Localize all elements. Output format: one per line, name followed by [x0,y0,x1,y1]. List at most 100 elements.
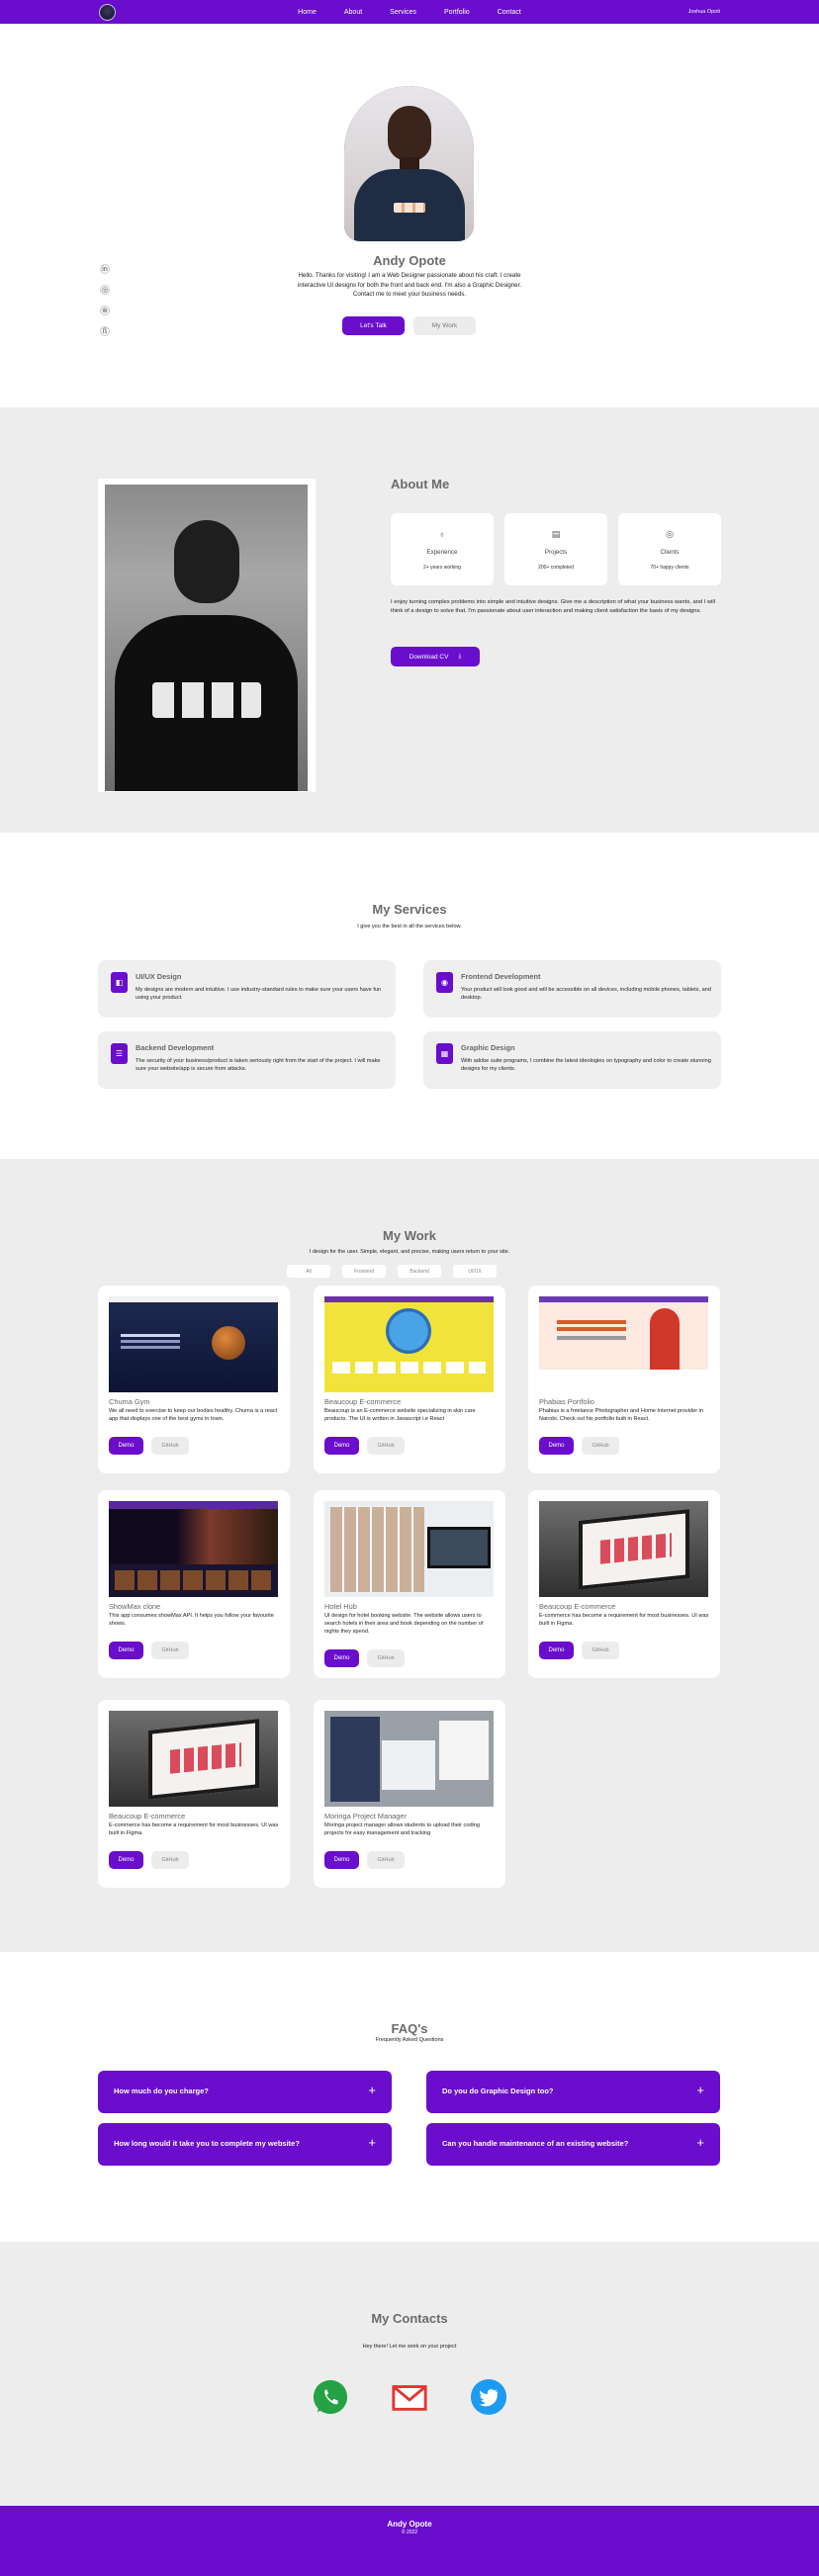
service-desc: With adobe suite programs, I combine the… [461,1058,711,1072]
project-title: ShowMax clone [109,1602,161,1611]
faq-item[interactable]: How much do you charge? + [98,2071,392,2113]
project-screenshot [324,1501,494,1597]
award-icon: ♁ [438,529,446,539]
lets-talk-button[interactable]: Let's Talk [342,316,405,335]
project-card: Chuma Gym We all need to exercise to kee… [98,1286,290,1473]
about-photo-frame [98,479,316,792]
footer: Andy Opote © 2022 [0,2506,819,2576]
twitter-icon[interactable] [470,2378,507,2416]
demo-button[interactable]: Demo [324,1851,359,1869]
hero-bio: Hello. Thanks for visiting! I am a Web D… [297,272,522,299]
nav-about[interactable]: About [344,9,362,16]
hero-section: Andy Opote Hello. Thanks for visiting! I… [0,24,819,407]
filter-uiux[interactable]: UI/UX [453,1265,497,1278]
service-title: Backend Development [136,1043,215,1052]
grid-icon: ▦ [436,1043,453,1064]
download-cv-label: Download CV [409,653,449,661]
behance-icon[interactable]: ß [100,326,110,336]
contacts-title: My Contacts [371,2311,448,2326]
nav-links: Home About Services Portfolio Contact [0,0,819,24]
service-desc: The security of your business/product is… [136,1058,381,1072]
demo-button[interactable]: Demo [324,1649,359,1667]
project-screenshot [324,1711,494,1807]
project-desc: Beaucoup is an E-commerce website specia… [324,1408,476,1423]
nav-home[interactable]: Home [298,9,317,16]
card-title: Experience [426,549,458,556]
faq-item[interactable]: Do you do Graphic Design too? + [426,2071,720,2113]
github-button[interactable]: GitHub [367,1437,405,1455]
services-title: My Services [372,902,447,917]
project-title: Chuma Gym [109,1397,150,1406]
project-screenshot [539,1501,708,1597]
github-icon[interactable]: ◎ [100,285,110,295]
project-desc: E-commerce has become a requirement for … [539,1613,709,1628]
project-desc: Phabias is a freelance Photographer and … [539,1408,704,1423]
faq-title: FAQ's [391,2021,428,2036]
github-button[interactable]: GitHub [367,1649,405,1667]
demo-button[interactable]: Demo [109,1851,143,1869]
project-desc: E-commerce has become a requirement for … [109,1822,279,1837]
work-subtitle: I design for the user. Simple, elegant, … [309,1249,510,1255]
faq-question: How long would it take you to complete m… [114,2139,300,2148]
demo-button[interactable]: Demo [324,1437,359,1455]
nav-contact[interactable]: Contact [498,9,521,16]
demo-button[interactable]: Demo [539,1437,574,1455]
filter-frontend[interactable]: Frontend [342,1265,386,1278]
filter-all[interactable]: All [287,1265,330,1278]
project-card: Moringa Project Manager Moringa project … [314,1700,505,1888]
github-button[interactable]: GitHub [151,1437,189,1455]
project-title: Moringa Project Manager [324,1812,407,1821]
faq-subtitle: Frequently Asked Questions [375,2037,444,2043]
folder-icon: ▤ [551,529,561,539]
services-subtitle: I give you the best in all the services … [357,924,462,930]
download-icon: ⤓ [458,653,462,660]
about-cards: ♁ Experience 2+ years working ▤ Projects… [391,513,721,585]
service-desc: Your product will look good and will be … [461,987,711,1001]
whatsapp-icon[interactable] [312,2378,349,2416]
my-work-button[interactable]: My Work [413,316,476,335]
project-card: Beaucoup E-commerce E-commerce has becom… [528,1490,720,1678]
nav-services[interactable]: Services [390,9,416,16]
project-card: Beaucoup E-commerce E-commerce has becom… [98,1700,290,1888]
faq-item[interactable]: Can you handle maintenance of an existin… [426,2123,720,2166]
about-paragraph: I enjoy turning complex problems into si… [391,599,716,614]
demo-button[interactable]: Demo [109,1437,143,1455]
project-title: Phabias Portfolio [539,1397,594,1406]
social-links: in ◎ ⊛ ß [100,264,110,336]
footer-name: Andy Opote [387,2520,432,2529]
github-button[interactable]: GitHub [151,1851,189,1869]
card-sub: 2+ years working [423,565,461,571]
projects-card: ▤ Projects 200+ completed [504,513,607,585]
demo-button[interactable]: Demo [109,1642,143,1659]
nav-portfolio[interactable]: Portfolio [444,9,470,16]
gmail-icon[interactable] [391,2378,428,2416]
services-section: My Services I give you the best in all t… [0,833,819,1159]
service-desc: My designs are modern and intuitive. I u… [136,987,382,1001]
github-button[interactable]: GitHub [582,1642,619,1659]
hero-portrait [344,86,474,241]
demo-button[interactable]: Demo [539,1642,574,1659]
users-icon: ◎ [666,529,674,539]
download-cv-button[interactable]: Download CV ⤓ [391,647,480,666]
service-card-graphic: ▦ Graphic Design With adobe suite progra… [423,1031,721,1089]
faq-item[interactable]: How long would it take you to complete m… [98,2123,392,2166]
plus-icon: + [368,2083,376,2097]
service-card-frontend: ◉ Frontend Development Your product will… [423,960,721,1018]
work-section: My Work I design for the user. Simple, e… [0,1159,819,1952]
plus-icon: + [696,2135,704,2150]
filter-backend[interactable]: Backend [398,1265,441,1278]
dribbble-icon[interactable]: ⊛ [100,306,110,315]
project-title: Beaucoup E-commerce [324,1397,402,1406]
server-icon: ☰ [111,1043,128,1064]
linkedin-icon[interactable]: in [100,264,110,274]
service-title: UI/UX Design [136,972,182,981]
hero-name: Andy Opote [373,253,446,268]
project-title: Beaucoup E-commerce [109,1812,186,1821]
github-button[interactable]: GitHub [151,1642,189,1659]
project-title: Beaucoup E-commerce [539,1602,616,1611]
github-button[interactable]: GitHub [367,1851,405,1869]
github-button[interactable]: GitHub [582,1437,619,1455]
faq-question: How much do you charge? [114,2087,209,2095]
project-card: ShowMax clone This app consumes showMax … [98,1490,290,1678]
plus-icon: + [696,2083,704,2097]
